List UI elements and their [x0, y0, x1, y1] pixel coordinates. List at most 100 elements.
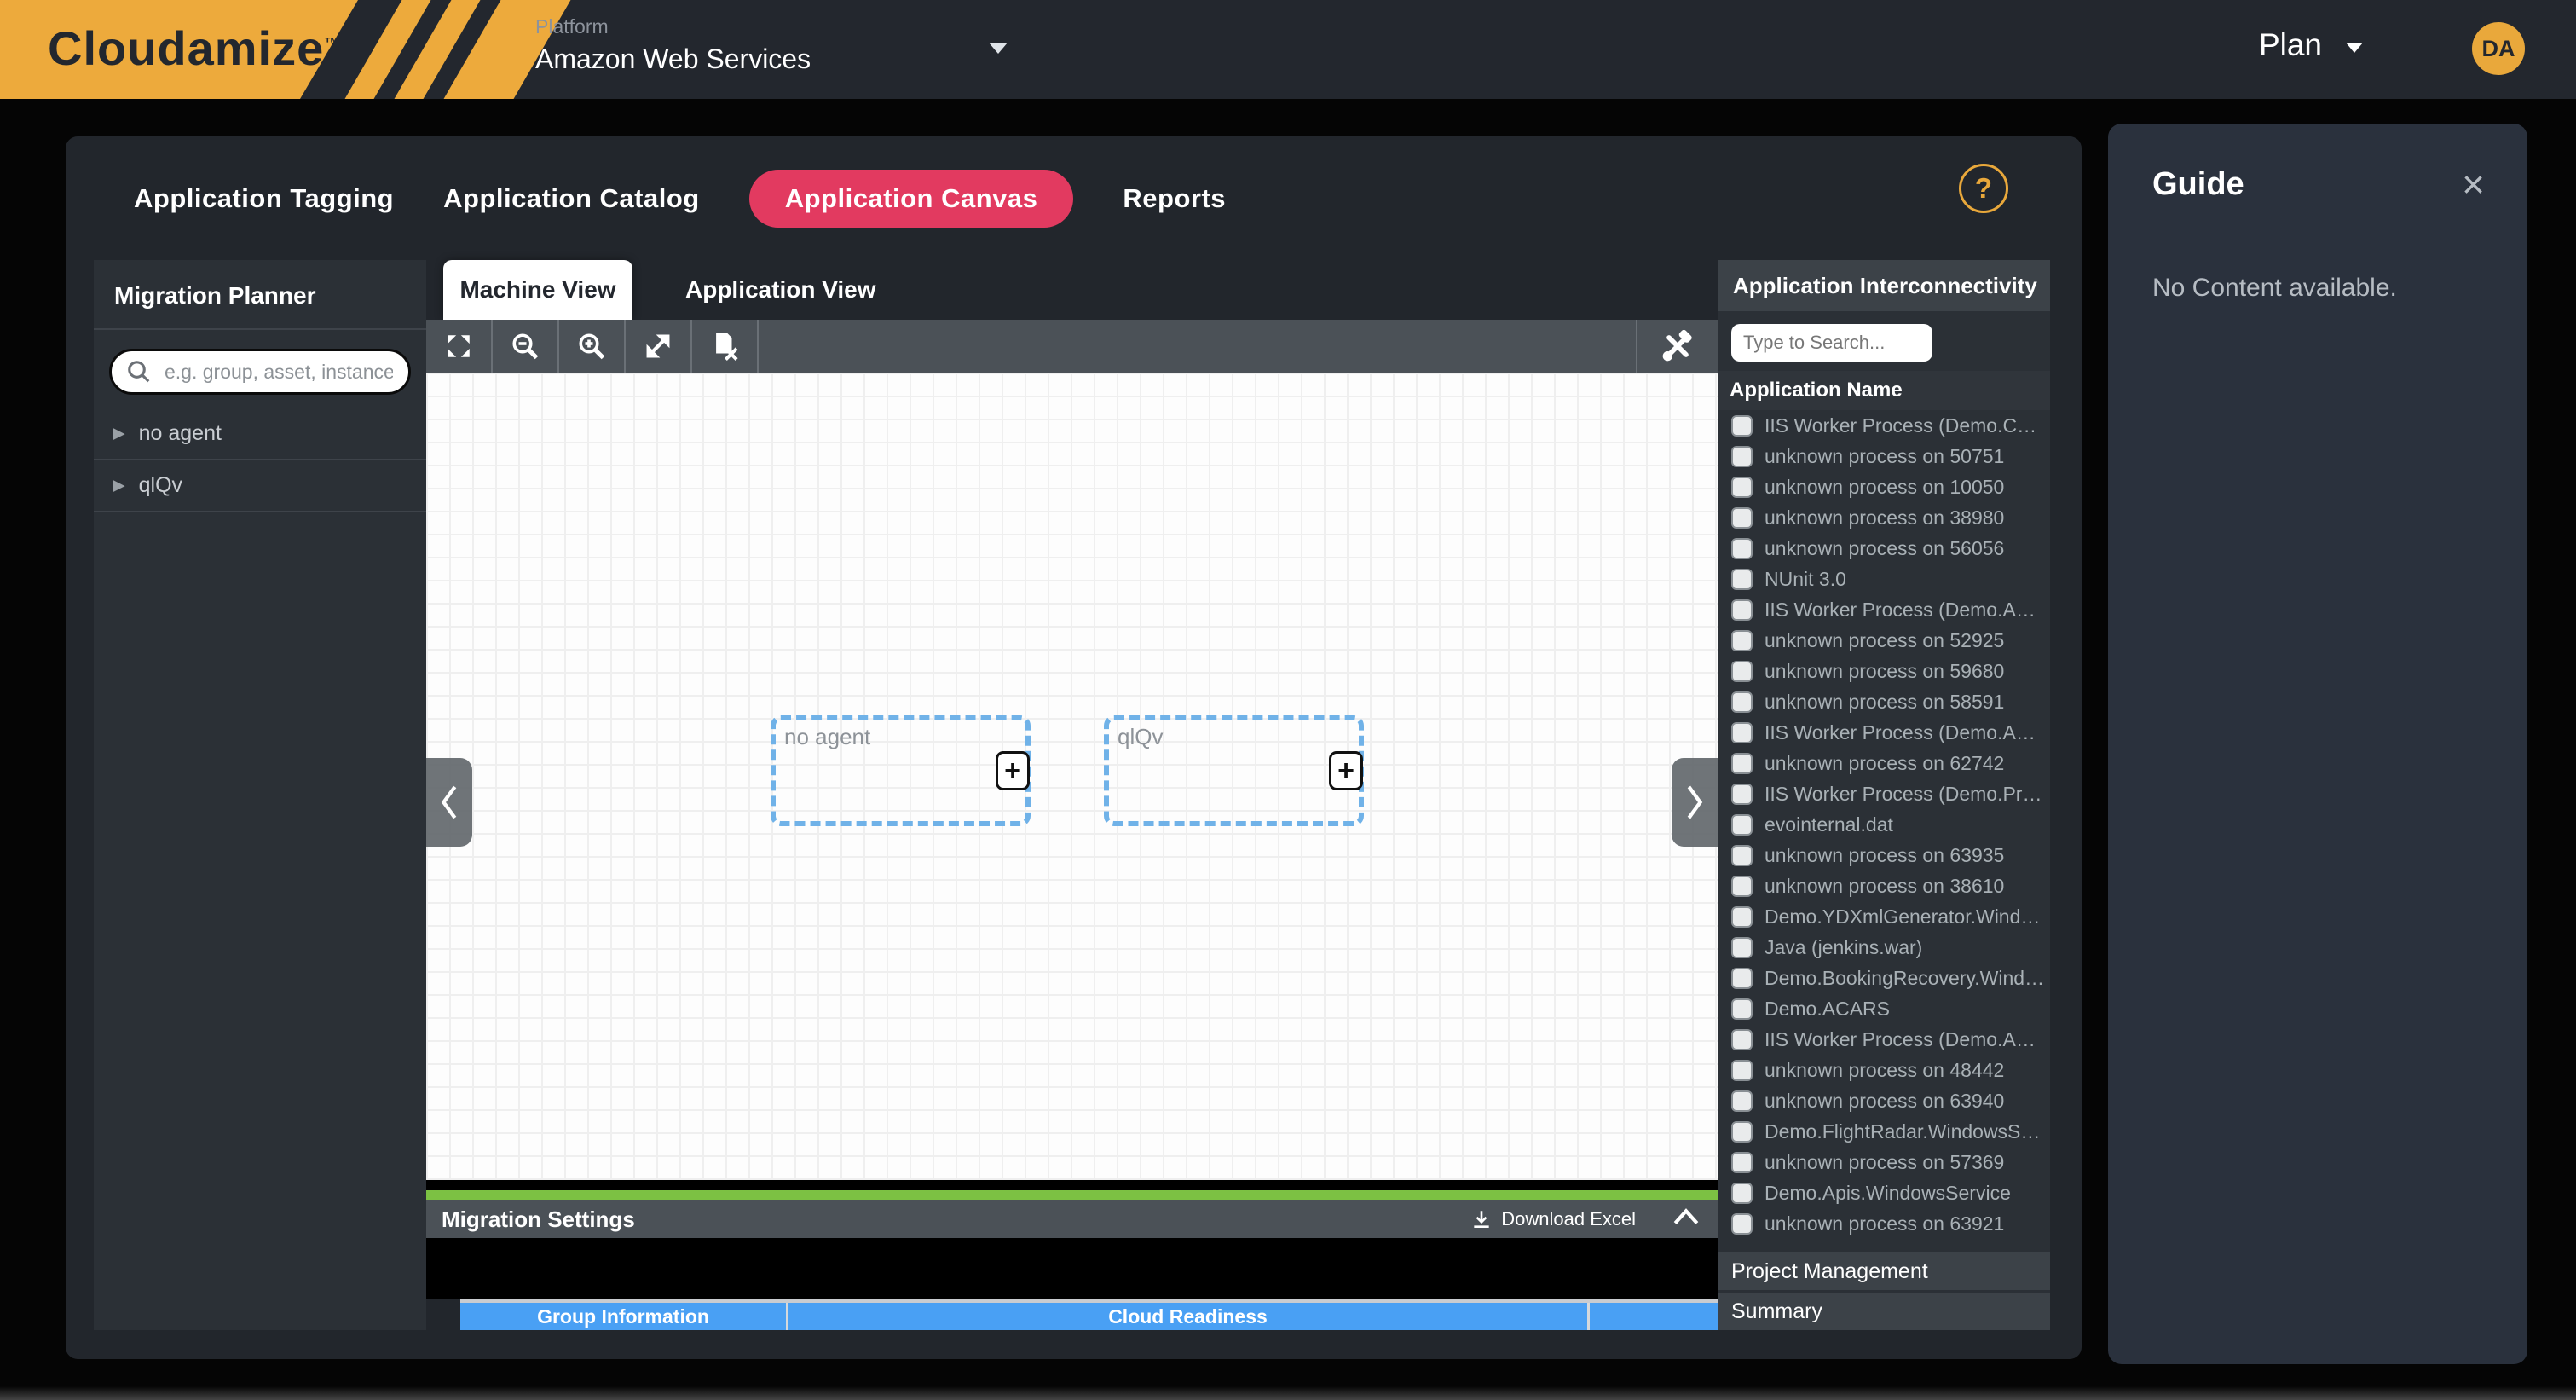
application-checkbox[interactable]: [1731, 1213, 1753, 1235]
application-list-item[interactable]: IIS Worker Process (Demo.Api2...: [1718, 594, 2050, 625]
tab-application-tagging[interactable]: Application Tagging: [134, 183, 394, 214]
application-list-item[interactable]: unknown process on 56056: [1718, 533, 2050, 564]
application-checkbox[interactable]: [1731, 784, 1753, 805]
application-list-item[interactable]: IIS Worker Process (Demo.Api...: [1718, 1024, 2050, 1055]
application-list-item[interactable]: Demo.Apis.WindowsService: [1718, 1177, 2050, 1208]
application-list-item[interactable]: unknown process on 57369: [1718, 1147, 2050, 1177]
planner-search: [109, 349, 411, 395]
sidebar-item-no-agent[interactable]: ▶ no agent: [94, 408, 426, 460]
tab-application-catalog[interactable]: Application Catalog: [443, 183, 700, 214]
application-label: evointernal.dat: [1765, 813, 1898, 836]
application-label: Demo.BookingRecovery.Windo...: [1765, 967, 2050, 990]
application-list-item[interactable]: unknown process on 59680: [1718, 656, 2050, 686]
application-list-item[interactable]: unknown process on 63935: [1718, 840, 2050, 871]
platform-caret-icon[interactable]: [989, 43, 1008, 54]
plan-menu[interactable]: Plan: [2259, 27, 2363, 63]
application-checkbox[interactable]: [1731, 937, 1753, 958]
pan-right-button[interactable]: [1672, 758, 1718, 847]
application-checkbox[interactable]: [1731, 968, 1753, 989]
application-list-item[interactable]: unknown process on 38610: [1718, 871, 2050, 901]
application-list-item[interactable]: unknown process on 63940: [1718, 1085, 2050, 1116]
help-button[interactable]: ?: [1959, 164, 2008, 213]
zoom-out-button[interactable]: [493, 320, 559, 373]
application-list-item[interactable]: IIS Worker Process (Demo.Api2...: [1718, 717, 2050, 748]
application-checkbox[interactable]: [1731, 1090, 1753, 1112]
zoom-in-button[interactable]: [559, 320, 626, 373]
application-checkbox[interactable]: [1731, 1060, 1753, 1081]
tab-machine-view[interactable]: Machine View: [443, 260, 632, 320]
application-list-item[interactable]: Demo.BookingRecovery.Windo...: [1718, 963, 2050, 993]
application-list-item[interactable]: unknown process on 50751: [1718, 441, 2050, 471]
application-checkbox[interactable]: [1731, 415, 1753, 437]
guide-panel: Guide × No Content available.: [2108, 124, 2527, 1364]
application-checkbox[interactable]: [1731, 691, 1753, 713]
application-checkbox[interactable]: [1731, 845, 1753, 866]
application-checkbox[interactable]: [1731, 661, 1753, 682]
application-list-item[interactable]: IIS Worker Process (Demo.Prod...: [1718, 778, 2050, 809]
section-project-management[interactable]: Project Management: [1718, 1252, 2050, 1290]
application-checkbox[interactable]: [1731, 906, 1753, 928]
application-checkbox[interactable]: [1731, 753, 1753, 774]
download-excel-button[interactable]: Download Excel: [1470, 1200, 1636, 1238]
application-checkbox[interactable]: [1731, 1152, 1753, 1173]
platform-selector[interactable]: Platform Amazon Web Services: [535, 15, 811, 75]
application-list-item[interactable]: Demo.YDXmlGenerator.Windo...: [1718, 901, 2050, 932]
platform-label: Platform: [535, 15, 811, 38]
application-list-item[interactable]: unknown process on 38980: [1718, 502, 2050, 533]
tab-application-canvas[interactable]: Application Canvas: [749, 170, 1074, 228]
application-checkbox[interactable]: [1731, 538, 1753, 559]
application-list-item[interactable]: Java (jenkins.war): [1718, 932, 2050, 963]
add-connection-button[interactable]: +: [1329, 751, 1363, 790]
application-checkbox[interactable]: [1731, 477, 1753, 498]
add-connection-button[interactable]: +: [996, 751, 1030, 790]
application-list-item[interactable]: Demo.FlightRadar.WindowsSer...: [1718, 1116, 2050, 1147]
canvas[interactable]: no agent + qlQv +: [426, 373, 1718, 1180]
chevron-up-icon: [1672, 1204, 1701, 1228]
avatar[interactable]: DA: [2472, 22, 2525, 75]
application-list-item[interactable]: unknown process on 10050: [1718, 471, 2050, 502]
application-list-item[interactable]: unknown process on 52925: [1718, 625, 2050, 656]
application-checkbox[interactable]: [1731, 507, 1753, 529]
fit-screen-icon: [444, 332, 473, 361]
clear-canvas-button[interactable]: [692, 320, 759, 373]
application-checkbox[interactable]: [1731, 998, 1753, 1020]
fit-screen-button[interactable]: [426, 320, 493, 373]
application-list-item[interactable]: unknown process on 58591: [1718, 686, 2050, 717]
application-checkbox[interactable]: [1731, 1183, 1753, 1204]
collapse-settings-button[interactable]: [1672, 1204, 1701, 1230]
application-list-item[interactable]: unknown process on 48442: [1718, 1055, 2050, 1085]
application-checkbox[interactable]: [1731, 722, 1753, 743]
application-checkbox[interactable]: [1731, 569, 1753, 590]
draw-connection-button[interactable]: [626, 320, 692, 373]
guide-title: Guide: [2152, 166, 2244, 203]
tab-application-view[interactable]: Application View: [632, 260, 929, 320]
expand-caret-icon[interactable]: ▶: [113, 424, 125, 443]
tree-item-label: qlQv: [139, 473, 182, 498]
expand-caret-icon[interactable]: ▶: [113, 476, 125, 495]
application-checkbox[interactable]: [1731, 814, 1753, 836]
application-list-item[interactable]: NUnit 3.0: [1718, 564, 2050, 594]
application-checkbox[interactable]: [1731, 1029, 1753, 1050]
application-list-item[interactable]: unknown process on 63921: [1718, 1208, 2050, 1239]
tab-reports[interactable]: Reports: [1123, 183, 1226, 214]
application-list-item[interactable]: evointernal.dat: [1718, 809, 2050, 840]
group-box-no-agent[interactable]: no agent +: [771, 715, 1031, 826]
group-box-qlqv[interactable]: qlQv +: [1104, 715, 1364, 826]
application-list-item[interactable]: unknown process on 62742: [1718, 748, 2050, 778]
pan-left-button[interactable]: [426, 758, 472, 847]
zoom-in-icon: [576, 331, 607, 362]
application-checkbox[interactable]: [1731, 876, 1753, 897]
close-icon[interactable]: ×: [2462, 165, 2485, 204]
settings-tools-button[interactable]: [1636, 320, 1718, 373]
application-checkbox[interactable]: [1731, 630, 1753, 651]
application-checkbox[interactable]: [1731, 1121, 1753, 1143]
search-icon: [126, 359, 152, 389]
application-checkbox[interactable]: [1731, 599, 1753, 621]
planner-search-input[interactable]: [109, 349, 411, 395]
section-summary[interactable]: Summary: [1718, 1293, 2050, 1330]
application-list-item[interactable]: Demo.ACARS: [1718, 993, 2050, 1024]
sidebar-item-qlqv[interactable]: ▶ qlQv: [94, 460, 426, 512]
application-list-item[interactable]: IIS Worker Process (Demo.Con...: [1718, 410, 2050, 441]
interconnectivity-search-input[interactable]: [1731, 324, 1932, 362]
application-checkbox[interactable]: [1731, 446, 1753, 467]
